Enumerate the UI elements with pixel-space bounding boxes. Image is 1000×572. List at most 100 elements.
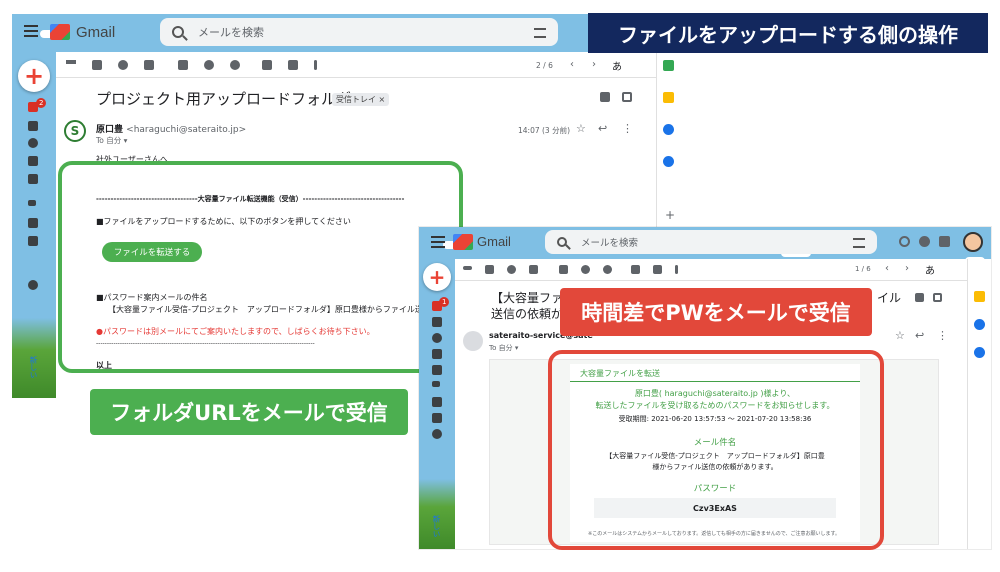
compose-button[interactable]: + [423,263,451,291]
gmail-logo-icon[interactable] [453,234,473,250]
print-icon[interactable] [915,293,924,302]
move-to-icon[interactable] [631,265,640,274]
snooze-icon[interactable] [204,60,214,70]
delete-icon[interactable] [529,265,538,274]
email-subject-line2: 送信の依頼が [491,307,564,321]
timestamp: 14:07 (3 分前) [518,126,571,135]
recipient-line[interactable]: To 自分 ▾ [489,343,518,353]
password-highlight [548,350,884,550]
prev-icon[interactable]: ‹ [885,263,889,274]
more-options-icon[interactable] [675,265,678,274]
input-tools[interactable]: あ [925,262,935,277]
side-panel [967,259,991,549]
more-vert-icon[interactable]: ⋮ [937,329,948,342]
tasks-icon[interactable] [974,319,985,330]
main-menu-icon[interactable] [431,236,445,248]
email-subject: プロジェクト用アップロードフォルダ [96,90,352,108]
report-spam-icon[interactable] [507,265,516,274]
recipient-line[interactable]: To 自分 ▾ [96,135,127,146]
add-task-icon[interactable] [230,60,240,70]
contacts-icon[interactable] [974,347,985,358]
chat-icon[interactable] [432,429,442,439]
prev-icon[interactable]: ‹ [570,59,574,70]
open-new-window-icon[interactable] [622,92,632,102]
more-icon[interactable] [28,200,36,206]
snooze-icon[interactable] [581,265,590,274]
search-options-icon[interactable] [853,238,865,248]
mail-toolbar: 2 / 6 ‹ › あ [56,52,656,78]
search-icon[interactable] [557,237,567,247]
starred-icon[interactable] [432,317,442,327]
drafts-icon[interactable] [28,174,38,184]
callout-folder-url: フォルダURLをメールで受信 [90,389,408,435]
meet-icon[interactable] [432,397,442,407]
label-icon[interactable] [288,60,298,70]
search-options-icon[interactable] [534,28,546,38]
add-addon-icon[interactable]: + [665,208,675,222]
more-icon[interactable] [432,381,440,387]
search-bar[interactable]: メールを検索 [545,230,877,254]
unread-badge: 2 [36,98,47,108]
move-to-icon[interactable] [262,60,272,70]
mark-unread-icon[interactable] [559,265,568,274]
sender-avatar: S [64,120,86,142]
keep-icon[interactable] [663,92,674,103]
search-bar[interactable]: メールを検索 [160,18,558,46]
drafts-icon[interactable] [432,365,442,375]
new-chat-link[interactable]: 新しい [28,356,39,379]
inbox-label-chip[interactable]: 受信トレイ × [332,93,390,106]
print-icon[interactable] [600,92,610,102]
star-icon[interactable]: ☆ [576,122,586,135]
calendar-icon[interactable] [663,60,674,71]
main-menu-icon[interactable] [24,25,38,37]
back-arrow-icon[interactable] [66,60,76,64]
open-new-window-icon[interactable] [933,293,942,302]
star-icon[interactable]: ☆ [895,329,905,342]
input-tools[interactable]: あ [612,58,622,73]
snoozed-icon[interactable] [28,138,38,148]
tasks-icon[interactable] [663,124,674,135]
compose-button[interactable]: + [18,60,50,92]
sent-icon[interactable] [432,349,442,359]
account-avatar[interactable] [963,232,983,252]
next-icon[interactable]: › [592,59,596,70]
mark-unread-icon[interactable] [178,60,188,70]
gmail-brand: Gmail [76,24,116,41]
gmail-logo-icon[interactable] [50,24,70,40]
back-arrow-icon[interactable] [463,266,472,270]
help-icon[interactable] [899,236,910,247]
search-icon[interactable] [172,26,184,38]
next-icon[interactable]: › [905,263,909,274]
archive-icon[interactable] [92,60,102,70]
search-input[interactable]: メールを検索 [581,235,638,249]
report-spam-icon[interactable] [118,60,128,70]
unread-badge: 1 [439,297,450,307]
archive-icon[interactable] [485,265,494,274]
delete-icon[interactable] [144,60,154,70]
folder-url-highlight [58,161,463,373]
more-options-icon[interactable] [314,60,317,70]
meet-icon[interactable] [28,218,38,228]
pagination: 2 / 6 [536,61,553,70]
more-vert-icon[interactable]: ⋮ [622,122,633,135]
chat-icon[interactable] [28,280,38,290]
keyboard-icon[interactable] [28,236,38,246]
gmail-header: Gmail メールを検索 [12,14,680,50]
gmail-header: Gmail メールを検索 [419,227,991,257]
add-task-icon[interactable] [603,265,612,274]
apps-grid-icon[interactable] [939,236,950,247]
snoozed-icon[interactable] [432,333,442,343]
reply-icon[interactable]: ↩ [598,122,607,135]
reply-icon[interactable]: ↩ [915,329,924,342]
contacts-icon[interactable] [663,156,674,167]
settings-icon[interactable] [919,236,930,247]
label-icon[interactable] [653,265,662,274]
keyboard-icon[interactable] [432,413,442,423]
sender-name: 原口豊 [96,125,124,135]
search-input[interactable]: メールを検索 [198,24,264,40]
new-chat-link[interactable]: 新しい [431,515,442,538]
starred-icon[interactable] [28,121,38,131]
sender-avatar [463,331,483,351]
keep-icon[interactable] [974,291,985,302]
sent-icon[interactable] [28,156,38,166]
